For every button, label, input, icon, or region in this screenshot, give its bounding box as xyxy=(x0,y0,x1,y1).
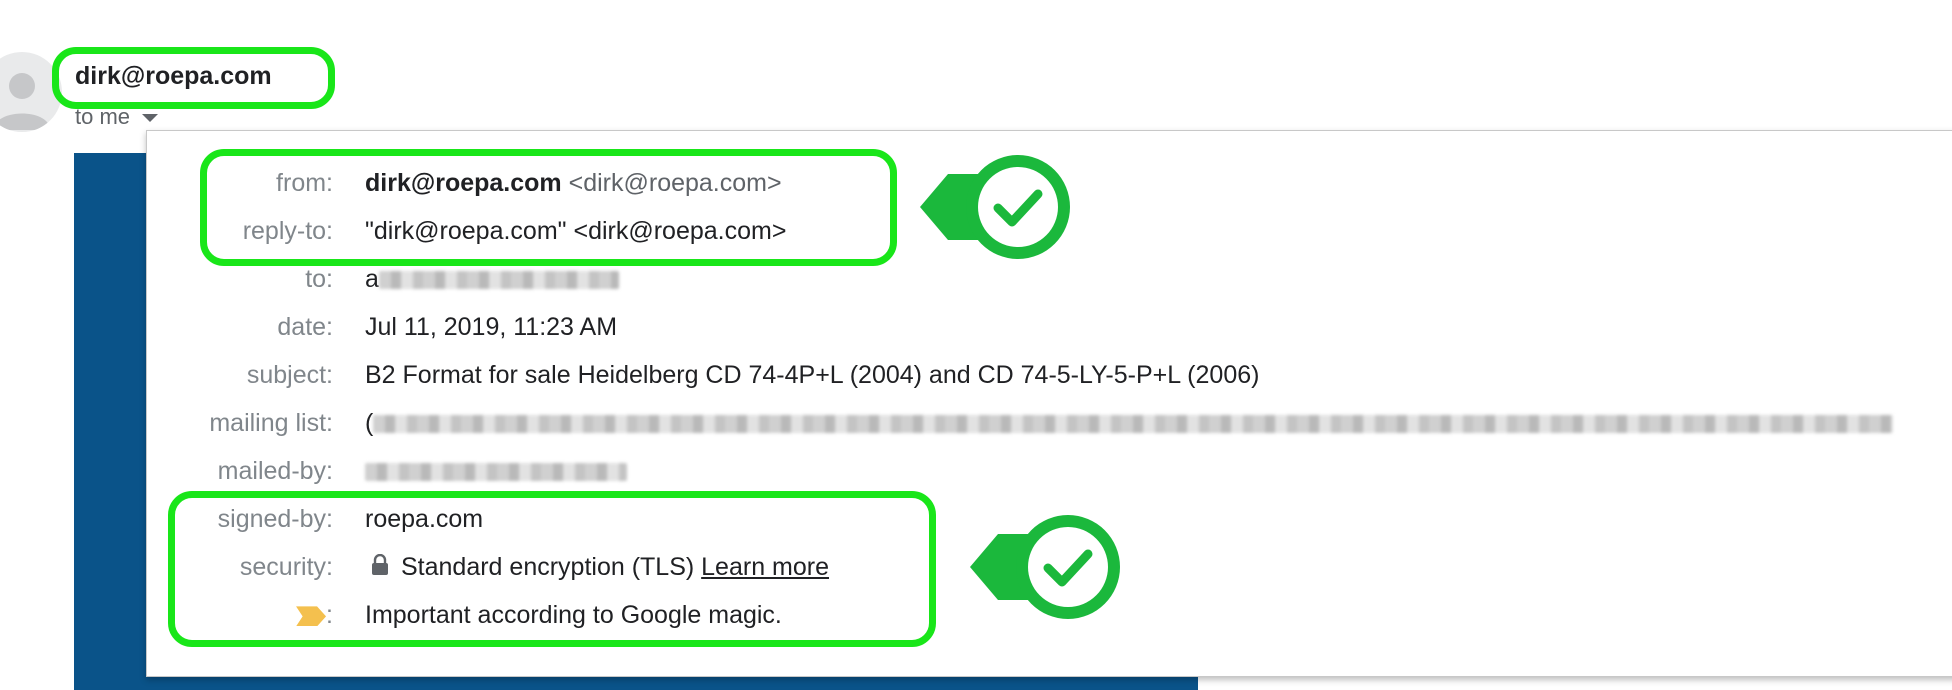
sender-avatar xyxy=(0,52,62,132)
detail-row-to: to: a xyxy=(147,255,1952,303)
redacted-mailing-list xyxy=(373,415,1894,434)
detail-value-to: a xyxy=(365,255,619,303)
to-visible-char: a xyxy=(365,265,379,293)
importance-marker-icon xyxy=(296,606,327,627)
detail-label-mailing-list: mailing list: xyxy=(209,409,333,437)
detail-label-mailed-by: mailed-by: xyxy=(217,457,333,485)
check-badge-top xyxy=(920,155,1070,259)
redacted-to-address xyxy=(378,271,619,290)
check-badge-bottom xyxy=(970,515,1120,619)
detail-value-mailed-by xyxy=(365,447,627,495)
sender-name: dirk@roepa.com xyxy=(75,62,272,90)
lock-icon xyxy=(371,544,389,592)
detail-label-security: security: xyxy=(239,553,333,581)
recipient-summary-label: to me xyxy=(75,104,131,129)
detail-label-from: from: xyxy=(276,169,333,197)
detail-value-reply-to: "dirk@roepa.com" <dirk@roepa.com> xyxy=(365,217,787,245)
detail-row-date: date: Jul 11, 2019, 11:23 AM xyxy=(147,303,1952,351)
chevron-down-icon[interactable] xyxy=(142,114,159,122)
detail-value-signed-by: roepa.com xyxy=(365,505,484,533)
detail-label-to: to: xyxy=(305,265,333,293)
learn-more-link[interactable]: Learn more xyxy=(701,553,829,581)
from-name: dirk@roepa.com xyxy=(365,169,562,197)
detail-row-subject: subject: B2 Format for sale Heidelberg C… xyxy=(147,351,1952,399)
mailing-list-visible-char: ( xyxy=(365,409,374,437)
detail-label-date: date: xyxy=(277,313,333,341)
detail-label-subject: subject: xyxy=(246,361,333,389)
detail-value-from: dirk@roepa.com <dirk@roepa.com> xyxy=(365,159,782,207)
recipient-summary[interactable]: to me xyxy=(75,104,159,130)
from-address: <dirk@roepa.com> xyxy=(568,169,782,197)
detail-value-mailing-list: ( xyxy=(365,399,1894,447)
security-text: Standard encryption (TLS) xyxy=(401,553,695,581)
detail-value-importance: Important according to Google magic. xyxy=(365,601,782,629)
detail-value-subject: B2 Format for sale Heidelberg CD 74-4P+L… xyxy=(365,361,1260,389)
importance-label-colon: : xyxy=(326,601,333,629)
detail-label-reply-to: reply-to: xyxy=(242,217,333,245)
detail-label-importance: : xyxy=(296,591,333,639)
detail-label-signed-by: signed-by: xyxy=(217,505,333,533)
detail-row-mailed-by: mailed-by: xyxy=(147,447,1952,495)
detail-row-mailing-list: mailing list: ( xyxy=(147,399,1952,447)
detail-value-date: Jul 11, 2019, 11:23 AM xyxy=(365,313,618,341)
detail-value-security: Standard encryption (TLS) Learn more xyxy=(365,543,829,592)
redacted-mailed-by xyxy=(365,463,627,482)
person-avatar-icon xyxy=(0,73,50,130)
